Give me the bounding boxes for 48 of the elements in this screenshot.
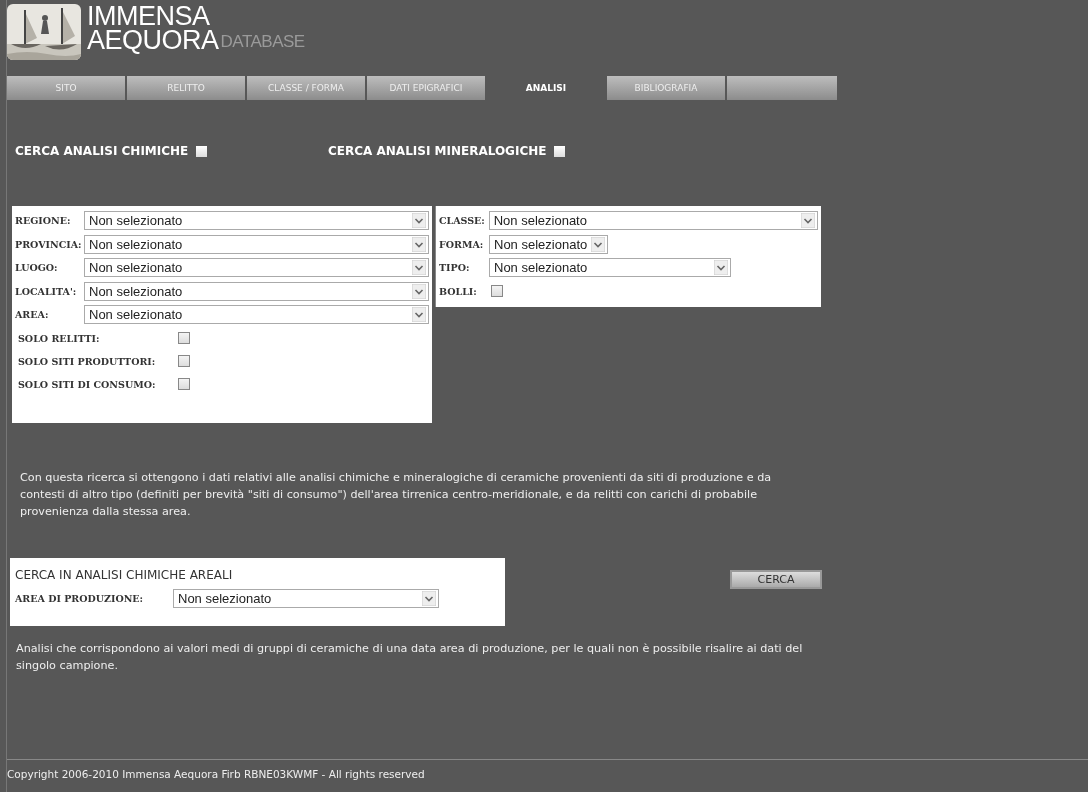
note-text: Analisi che corrispondono ai valori medi di gruppi di ceramiche di una data area di produzione, per le quali non è possibile risalire ai dati del singolo campione. [16,641,804,674]
dropdown[interactable]: Non selezionato [84,258,429,278]
field-label: LOCALITA': [15,285,78,297]
field-label: CLASSE: [439,215,486,227]
field-label: PROVINCIA: [15,238,83,250]
dropdown[interactable]: Non selezionato [173,589,439,608]
site-title: IMMENSA [87,4,210,28]
dropdown[interactable]: Non selezionato [84,281,429,301]
field-label: SOLO RELITTI: [18,332,101,344]
checkbox[interactable] [491,285,503,298]
field-label: AREA: [15,309,50,321]
dropdown-caret-icon [412,260,426,276]
site-subtitle: DATABASE [220,32,305,52]
description-text: Con questa ricerca si ottengono i dati relativi alle analisi chimiche e mineralogiche di ceramiche provenienti da siti di produzione e da contesti di altro tipo (definiti per brevità "siti di consumo") dell'area tirrenica centro-meridionale, e da relitti con carichi di probabile provenienza dalla stessa area. [20,470,773,520]
search-type-label: CERCA ANALISI CHIMICHE [15,144,189,158]
field-label: SOLO SITI PRODUTTORI: [18,355,157,367]
dropdown-caret-icon [801,213,815,229]
dropdown-caret-icon [422,591,436,606]
field-label: BOLLI: [439,285,478,297]
field-label: AREA DI PRODUZIONE: [15,593,145,604]
field-label: TIPO: [439,262,471,274]
field-label: SOLO SITI DI CONSUMO: [18,378,157,390]
dropdown[interactable]: Non selezionato [488,211,818,231]
dropdown[interactable]: Non selezionato [84,234,429,254]
nav-tab[interactable]: ANALISI [487,76,605,100]
dropdown[interactable]: Non selezionato [489,234,609,254]
checkbox[interactable] [178,332,190,344]
dropdown-caret-icon [412,307,426,323]
checkbox[interactable] [196,145,208,157]
dropdown[interactable]: Non selezionato [84,211,429,231]
dropdown[interactable]: Non selezionato [489,258,731,278]
dropdown-caret-icon [412,213,426,229]
dropdown-caret-icon [591,236,606,252]
dropdown-caret-icon [412,236,426,252]
dropdown-caret-icon [714,260,728,276]
checkbox[interactable] [178,378,190,390]
search-type-label: CERCA ANALISI MINERALOGICHE [328,144,547,158]
copyright-text: Copyright 2006-2010 Immensa Aequora Firb RBNE03KWMF - All rights reserved [7,767,426,782]
search-button[interactable]: CERCA [730,570,822,589]
field-label: REGIONE: [15,215,72,227]
checkbox[interactable] [554,145,566,157]
checkbox[interactable] [178,355,190,367]
field-label: FORMA: [439,238,485,250]
dropdown[interactable]: Non selezionato [84,305,429,325]
site-title: AEQUORA [87,28,219,52]
panel-title: CERCA IN ANALISI CHIMICHE AREALI [15,568,234,582]
field-label: LUOGO: [15,262,59,274]
dropdown-caret-icon [412,283,426,299]
